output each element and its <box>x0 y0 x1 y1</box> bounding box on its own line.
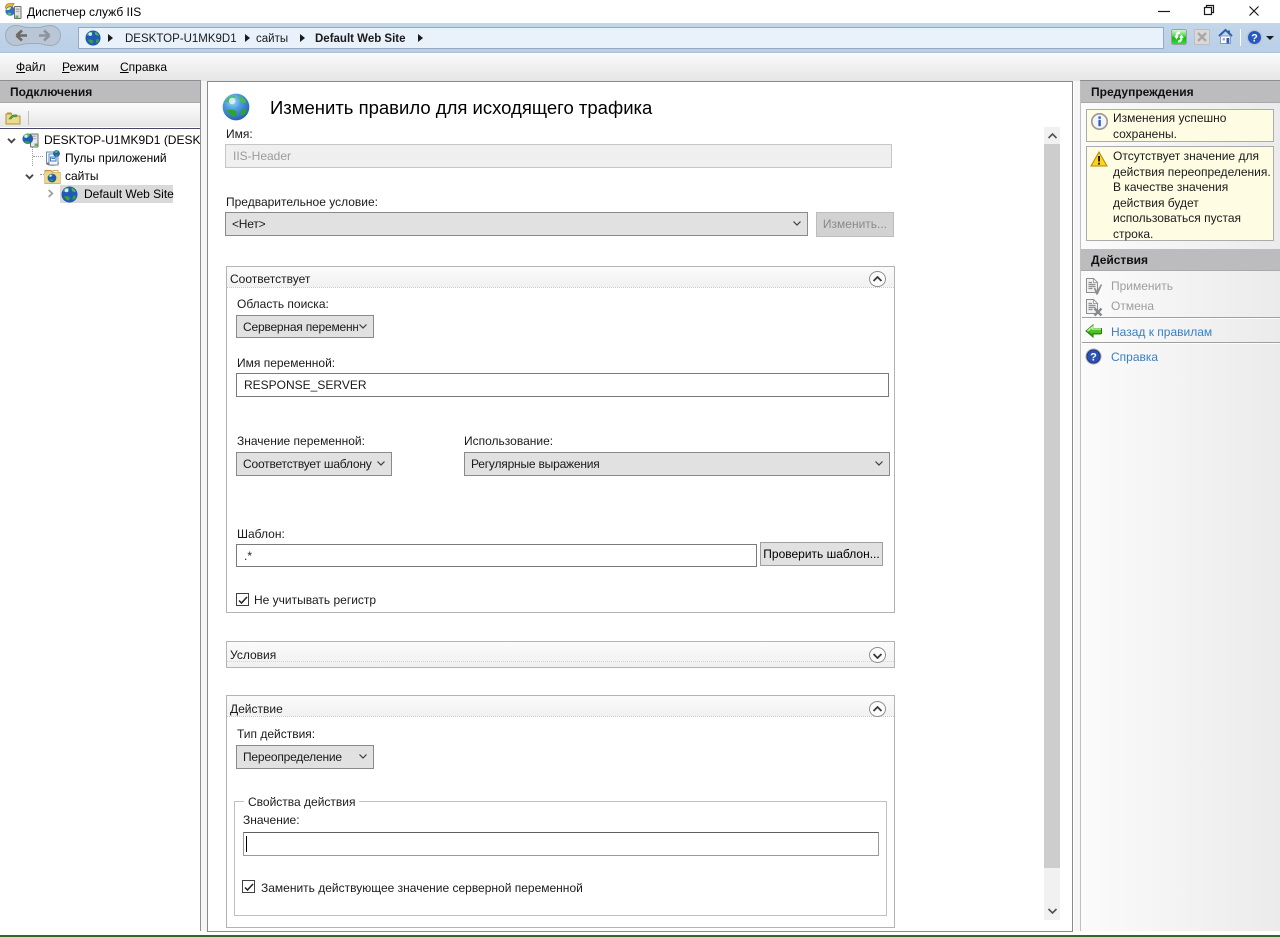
svg-text:?: ? <box>1090 352 1097 364</box>
svg-text:?: ? <box>1251 33 1258 45</box>
